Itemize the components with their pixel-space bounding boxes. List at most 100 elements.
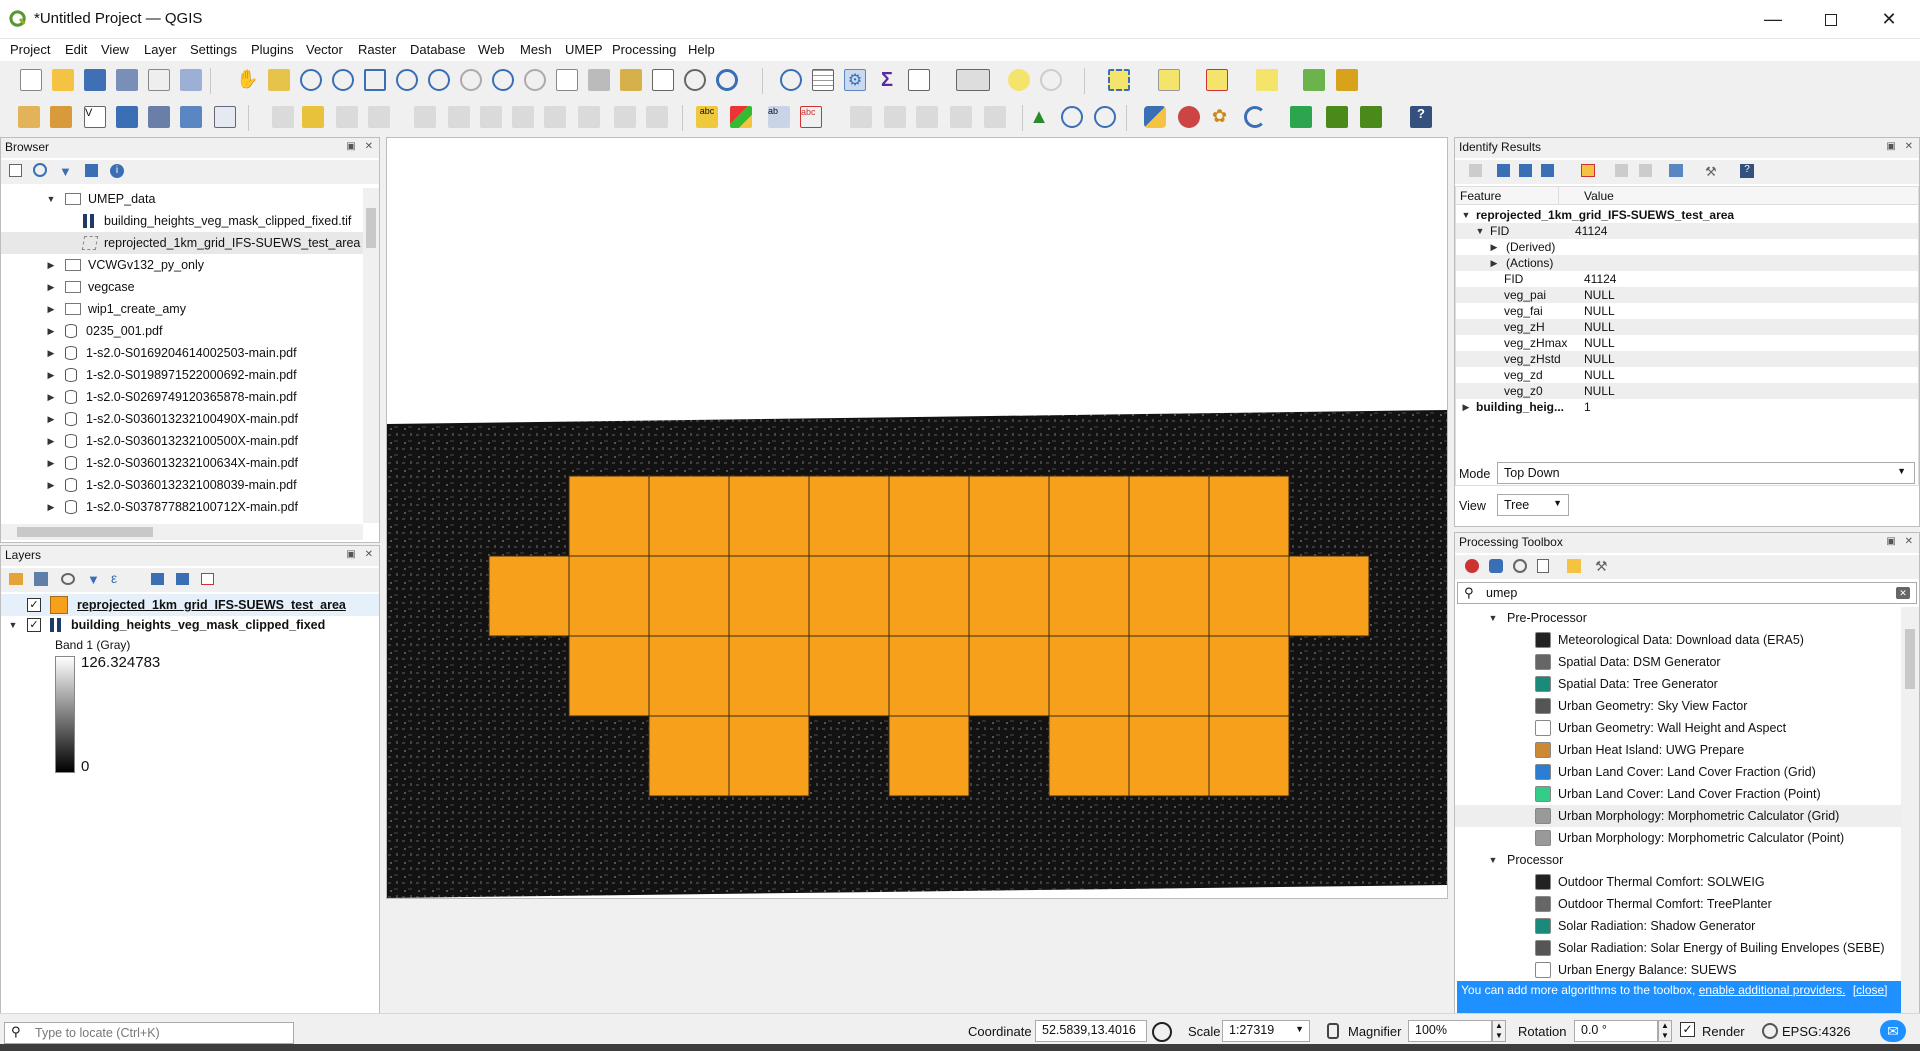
grid-cell[interactable] (968, 475, 1050, 557)
python-console-icon[interactable] (1144, 106, 1166, 128)
save-edits-icon[interactable] (336, 106, 358, 128)
grid-cell[interactable] (1048, 715, 1130, 797)
menu-help[interactable]: Help (688, 42, 715, 57)
vertex-tool-icon[interactable] (414, 106, 436, 128)
open-project-icon[interactable] (52, 69, 74, 91)
algorithm-item[interactable]: Spatial Data: Tree Generator (1455, 673, 1901, 695)
maximize-button[interactable] (1802, 0, 1860, 39)
browser-item[interactable]: ▶ 1-s2.0-S0360132321008039-main.pdf (1, 474, 363, 496)
algorithm-item[interactable]: Urban Geometry: Sky View Factor (1455, 695, 1901, 717)
new-temporary-layer-icon[interactable] (180, 106, 202, 128)
filter-by-expression-icon[interactable]: ε (111, 570, 117, 586)
grid-cell[interactable] (1128, 635, 1210, 717)
grid-cell[interactable] (1128, 475, 1210, 557)
map-canvas[interactable] (386, 137, 1448, 899)
print-layout-icon[interactable] (148, 69, 170, 91)
browser-item[interactable]: ▼ UMEP_data (1, 188, 363, 210)
reload-icon[interactable] (1244, 106, 1266, 128)
grid-cell[interactable] (728, 475, 810, 557)
data-source-manager-icon[interactable] (18, 106, 40, 128)
delete-selected-icon[interactable] (480, 106, 502, 128)
browser-item[interactable]: ▶ wip1_create_amy (1, 298, 363, 320)
derived-row[interactable]: ▶ (Derived) (1456, 239, 1918, 255)
attribute-row[interactable]: veg_pai NULL (1456, 287, 1918, 303)
highlight-pinned-labels-icon[interactable]: ab (768, 106, 790, 128)
menu-edit[interactable]: Edit (65, 42, 87, 57)
algorithm-item[interactable]: Urban Land Cover: Land Cover Fraction (P… (1455, 783, 1901, 805)
rotation-spinner[interactable]: ▲ ▼ (1658, 1020, 1672, 1042)
clear-search-icon[interactable]: ✕ (1896, 587, 1910, 599)
grid-cell[interactable] (1048, 555, 1130, 637)
filter-icon[interactable]: ▼ (59, 164, 72, 179)
pan-hand-icon[interactable]: ✋ (236, 69, 258, 91)
zoom-in-icon[interactable] (300, 69, 322, 91)
collapse-arrow-icon[interactable]: ▶ (45, 480, 57, 491)
zoom-selection-icon[interactable] (396, 69, 418, 91)
grid-cell[interactable] (888, 475, 970, 557)
edit-in-place-icon[interactable] (1567, 559, 1581, 573)
algorithm-item[interactable]: Outdoor Thermal Comfort: SOLWEIG (1455, 871, 1901, 893)
attribute-row[interactable]: veg_zd NULL (1456, 367, 1918, 383)
menu-settings[interactable]: Settings (190, 42, 237, 57)
menu-mesh[interactable]: Mesh (520, 42, 552, 57)
pan-to-selection-icon[interactable] (268, 69, 290, 91)
collapse-all-icon[interactable] (85, 164, 98, 177)
browser-item[interactable]: ▶ VCWGv132_py_only (1, 254, 363, 276)
crs-label[interactable]: EPSG:4326 (1782, 1024, 1851, 1039)
filter-legend-icon[interactable]: ▼ (87, 572, 100, 587)
collapse-arrow-icon[interactable]: ▶ (45, 458, 57, 469)
grid-cell[interactable] (1208, 715, 1290, 797)
menu-web[interactable]: Web (478, 42, 505, 57)
close-notice-link[interactable]: [close] (1853, 983, 1888, 997)
zoom-layer-icon[interactable] (428, 69, 450, 91)
grid-cell[interactable] (728, 635, 810, 717)
zoom-next-icon[interactable] (524, 69, 546, 91)
identify-fid-row[interactable]: ▼ FID 41124 (1456, 223, 1918, 239)
processing-toolbox-icon[interactable]: ⚙ (844, 69, 866, 91)
copy-features-icon[interactable] (544, 106, 566, 128)
scripts-icon[interactable] (1489, 559, 1503, 573)
collapse-arrow-icon[interactable]: ▶ (45, 392, 57, 403)
magnifier-spinner[interactable]: ▲ ▼ (1492, 1020, 1506, 1042)
browser-item[interactable]: ▶ 1-s2.0-S0269749120365878-main.pdf (1, 386, 363, 408)
move-label-icon[interactable] (850, 106, 872, 128)
close-window-button[interactable]: ✕ (1860, 0, 1918, 39)
scroll-thumb[interactable] (1905, 629, 1915, 689)
toggle-editing-icon[interactable] (302, 106, 324, 128)
toggle-label-display-icon[interactable]: abc (800, 106, 822, 128)
grid-cell[interactable] (888, 715, 970, 797)
toolbox-scrollbar[interactable] (1901, 607, 1919, 1013)
attribute-row[interactable]: veg_fai NULL (1456, 303, 1918, 319)
messages-icon[interactable]: ✉ (1880, 1020, 1906, 1042)
menu-project[interactable]: Project (10, 42, 50, 57)
menu-view[interactable]: View (101, 42, 129, 57)
refresh-icon[interactable] (716, 69, 738, 91)
grid-cell[interactable] (1048, 635, 1130, 717)
map-svg[interactable] (387, 138, 1447, 898)
toolbox-search-input[interactable]: ⚲ umep ✕ (1457, 582, 1917, 604)
form-view-icon[interactable] (1469, 164, 1482, 177)
show-hide-labels-icon[interactable] (950, 106, 972, 128)
expand-new-icon[interactable] (1541, 164, 1554, 177)
menu-raster[interactable]: Raster (358, 42, 396, 57)
grid-cell[interactable] (808, 555, 890, 637)
algorithm-item[interactable]: Solar Radiation: Shadow Generator (1455, 915, 1901, 937)
pin-labels-icon[interactable] (984, 106, 1006, 128)
algorithm-item[interactable]: Urban Heat Island: UWG Prepare (1455, 739, 1901, 761)
history-icon[interactable] (1513, 559, 1527, 573)
grid-cell[interactable] (648, 635, 730, 717)
scale-field[interactable]: 1:27319 ▼ (1222, 1020, 1310, 1042)
paste-features-icon[interactable] (578, 106, 600, 128)
deselect-all-icon[interactable] (1206, 69, 1228, 91)
style-manager-icon[interactable] (180, 69, 202, 91)
collapse-arrow-icon[interactable]: ▶ (45, 370, 57, 381)
browser-item[interactable]: ▶ 1-s2.0-S036013232100490X-main.pdf (1, 408, 363, 430)
globe-search-icon[interactable] (1094, 106, 1116, 128)
world-globe-icon[interactable] (1061, 106, 1083, 128)
browser-item[interactable]: ▶ 1-s2.0-S036013232100500X-main.pdf (1, 430, 363, 452)
attribute-row[interactable]: veg_zHmax NULL (1456, 335, 1918, 351)
add-feature-icon[interactable] (368, 106, 390, 128)
georeferencer-icon[interactable]: ▲ (1028, 106, 1050, 128)
grid-cell[interactable] (1208, 475, 1290, 557)
magnifier-field[interactable]: 100% (1408, 1020, 1492, 1042)
